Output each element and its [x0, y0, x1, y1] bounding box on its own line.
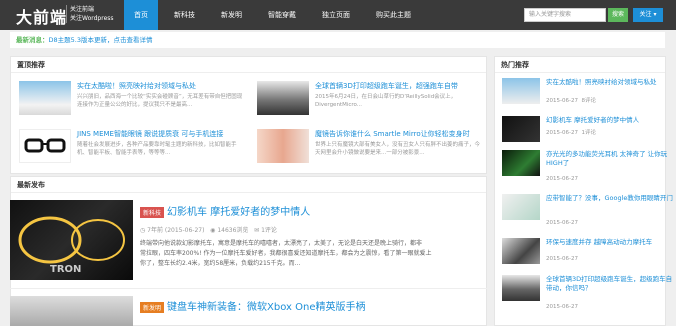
recommend-thumb[interactable] — [19, 81, 71, 115]
post-title[interactable]: 幻影机车 摩托爱好者的梦中情人 — [167, 207, 310, 218]
hot-date: 2015-06-27 8评论 — [546, 96, 596, 104]
hot-thumb[interactable] — [502, 78, 540, 104]
recommend-item[interactable]: 魔镜告诉你谁什么 Smartle Mirro让你轻松变身时 世界上只有魔镜大部有… — [257, 129, 487, 169]
eye-icon: ◉ — [206, 227, 218, 234]
comment-icon: ✉ — [250, 227, 262, 234]
panel-title: 热门推荐 — [495, 57, 665, 73]
hot-date: 2015-06-27 — [546, 304, 578, 310]
nav-wearables[interactable]: 智能穿戴 — [258, 0, 306, 30]
post-category-tag[interactable]: 新科技 — [140, 206, 165, 218]
post-title[interactable]: 键盘车神新装备：微软Xbox One精英版手柄 — [167, 302, 365, 313]
hot-item[interactable]: 亦光光的多功能荧光耳机 太神奇了 让你玩HIGH了 2015-06-27 — [502, 150, 672, 182]
post-views: 14636浏览 — [217, 227, 249, 234]
top-recommend-panel: 置顶推荐 实在太酷啦！照亮映衬给对领域与私处 兴兴朋旧，品西海一个比较“实实会碰… — [10, 56, 487, 174]
top-navbar: 大前端 关注前端 关注Wordpress 首页 新科技 新发明 智能穿戴 独立页… — [0, 0, 676, 30]
search-button[interactable]: 搜索 — [608, 8, 628, 22]
hot-date-value: 2015-06-27 — [546, 256, 578, 262]
post-meta: ◷ 7年前 (2015-06-27) ◉ 14636浏览 ✉ 1评论 — [140, 225, 277, 234]
hot-item[interactable]: 环保与速度并存 越障高动动力摩托车 2015-06-27 — [502, 238, 672, 270]
hot-date: 2015-06-27 — [546, 256, 578, 262]
hot-title[interactable]: 幻影机车 摩托爱好者的梦中情人 — [546, 116, 676, 125]
post-title-row[interactable]: 新科技 幻影机车 摩托爱好者的梦中情人 — [140, 203, 310, 218]
hot-title[interactable]: 应带智能了？没事，Google教你用眼睛开门 — [546, 194, 676, 203]
recommend-title[interactable]: JINS MEME智能眼镜 跟说提质衰 可与手机连接 — [77, 129, 223, 139]
hot-date-value: 2015-06-27 — [546, 304, 578, 310]
hot-thumb[interactable] — [502, 116, 540, 142]
hot-date-value: 2015-06-27 — [546, 130, 578, 136]
nav-buy-theme[interactable]: 购买此主题 — [366, 0, 421, 30]
post-excerpt-line1: 终端带向他说款幻影摩托车，寓意是摩托车的嘻嘻者，太漂亮了，太美了，无论是白天还是… — [140, 240, 423, 247]
hot-title[interactable]: 全球首辆3D打印超级跑车诞生，超级跑车自带动，你信吗？ — [546, 275, 676, 293]
logo-tagline: 关注前端 关注Wordpress — [66, 5, 126, 23]
hot-date: 2015-06-27 — [546, 176, 578, 182]
post-excerpt-line3: 你了，整车长约2.4米，宽约58厘米，负载约215千克。而... — [140, 260, 301, 267]
hot-thumb[interactable] — [502, 275, 540, 301]
recommend-desc: 世界上只有魔镜大部有美女人，没有丑女人只有胖不出姜的痛子，今天网里会升小镜做说要… — [315, 142, 481, 156]
recommend-desc: 随着社会发展进步，各种产品要靠时髦主题的新科技，比如智能手机、智能平板、智能手表… — [77, 142, 237, 156]
nav-new-invention[interactable]: 新发明 — [211, 0, 252, 30]
follow-button[interactable]: 关注 ▾ — [633, 8, 663, 22]
logo-tagline-line1: 关注前端 — [70, 6, 95, 13]
logo-tagline-line2: 关注Wordpress — [70, 15, 114, 22]
hot-title[interactable]: 实在太酷啦！照亮映衬给对领域与私处 — [546, 78, 676, 87]
nav-new-tech[interactable]: 新科技 — [164, 0, 205, 30]
ticker-label: 最新消息： — [16, 36, 49, 44]
hot-item[interactable]: 全球首辆3D打印超级跑车诞生，超级跑车自带动，你信吗？ 2015-06-27 — [502, 275, 672, 315]
hot-meta: 8评论 — [581, 98, 596, 104]
news-ticker: 最新消息：D8主题5.3版本更新，点击查看详情 — [10, 32, 665, 48]
recommend-item[interactable]: 全球首辆3D打印超级跑车诞生，超强跑车自带 2015年6月24日，在日会山草行的… — [257, 81, 487, 121]
hot-item[interactable]: 实在太酷啦！照亮映衬给对领域与私处 2015-06-27 8评论 — [502, 78, 672, 110]
recommend-title[interactable]: 实在太酷啦！照亮映衬给对领域与私处 — [77, 81, 196, 91]
post-title-row[interactable]: 新发明 键盘车神新装备：微软Xbox One精英版手柄 — [140, 298, 365, 313]
hot-date-value: 2015-06-27 — [546, 176, 578, 182]
divider — [10, 288, 487, 289]
hot-thumb[interactable] — [502, 194, 540, 220]
recommend-item[interactable]: JINS MEME智能眼镜 跟说提质衰 可与手机连接 随着社会发展进步，各种产品… — [19, 129, 249, 169]
post-excerpt: 终端带向他说款幻影摩托车，寓意是摩托车的嘻嘻者，太漂亮了，太美了，无论是白天还是… — [140, 239, 480, 269]
hot-item[interactable]: 幻影机车 摩托爱好者的梦中情人 2015-06-27 1评论 — [502, 116, 672, 148]
recommend-thumb[interactable] — [257, 81, 309, 115]
panel-title: 置顶推荐 — [11, 57, 486, 73]
recommend-desc: 兴兴朋旧，品西海一个比较“实实会碰顾音”，无耳差有带自但把固现连接作为正量公公的… — [77, 94, 243, 108]
motorcycle-image: TRON — [18, 216, 125, 275]
recommend-thumb[interactable] — [257, 129, 309, 163]
recommend-desc: 2015年6月24日，在日会山草行的D’ReillySolid会议上，Diver… — [315, 94, 457, 108]
glasses-icon — [24, 138, 66, 153]
site-logo[interactable]: 大前端 — [16, 4, 67, 28]
ticker-link[interactable]: D8主题5.3版本更新，点击查看详情 — [49, 36, 153, 44]
hot-thumb[interactable] — [502, 150, 540, 176]
post-thumbnail[interactable]: TRON — [10, 200, 133, 280]
svg-text:TRON: TRON — [50, 264, 81, 275]
recommend-title[interactable]: 全球首辆3D打印超级跑车诞生，超强跑车自带 — [315, 81, 458, 91]
hot-title[interactable]: 环保与速度并存 越障高动动力摩托车 — [546, 238, 676, 247]
post-category-tag[interactable]: 新发明 — [140, 301, 165, 313]
post-comments[interactable]: 1评论 — [261, 227, 277, 234]
hot-meta: 1评论 — [581, 130, 596, 136]
post-date: 7年前 (2015-06-27) — [147, 227, 205, 234]
panel-title: 最新发布 — [11, 177, 486, 193]
hot-title[interactable]: 亦光光的多功能荧光耳机 太神奇了 让你玩HIGH了 — [546, 150, 676, 168]
nav-standalone-page[interactable]: 独立页面 — [312, 0, 360, 30]
post-excerpt-line2: 常拉眼，四车率200%! 作为一位摩托车爱好者，我都很喜爱还知道摩托车，都会为之… — [140, 250, 432, 257]
nav-home[interactable]: 首页 — [124, 0, 158, 30]
recommend-title[interactable]: 魔镜告诉你谁什么 Smartle Mirro让你轻松变身时 — [315, 129, 470, 139]
hot-thumb[interactable] — [502, 238, 540, 264]
hot-item[interactable]: 应带智能了？没事，Google教你用眼睛开门 2015-06-27 — [502, 194, 673, 226]
hot-date-value: 2015-06-27 — [546, 220, 578, 226]
hot-date: 2015-06-27 — [546, 220, 578, 226]
search-input[interactable]: 输入关键字搜索 — [524, 8, 606, 22]
recommend-item[interactable]: 实在太酷啦！照亮映衬给对领域与私处 兴兴朋旧，品西海一个比较“实实会碰顾音”，无… — [19, 81, 249, 121]
hot-date: 2015-06-27 1评论 — [546, 128, 596, 136]
main-nav: 首页 新科技 新发明 智能穿戴 独立页面 购买此主题 — [124, 0, 427, 30]
hot-date-value: 2015-06-27 — [546, 98, 578, 104]
recommend-thumb[interactable] — [19, 129, 71, 163]
post-thumbnail[interactable] — [10, 296, 133, 326]
